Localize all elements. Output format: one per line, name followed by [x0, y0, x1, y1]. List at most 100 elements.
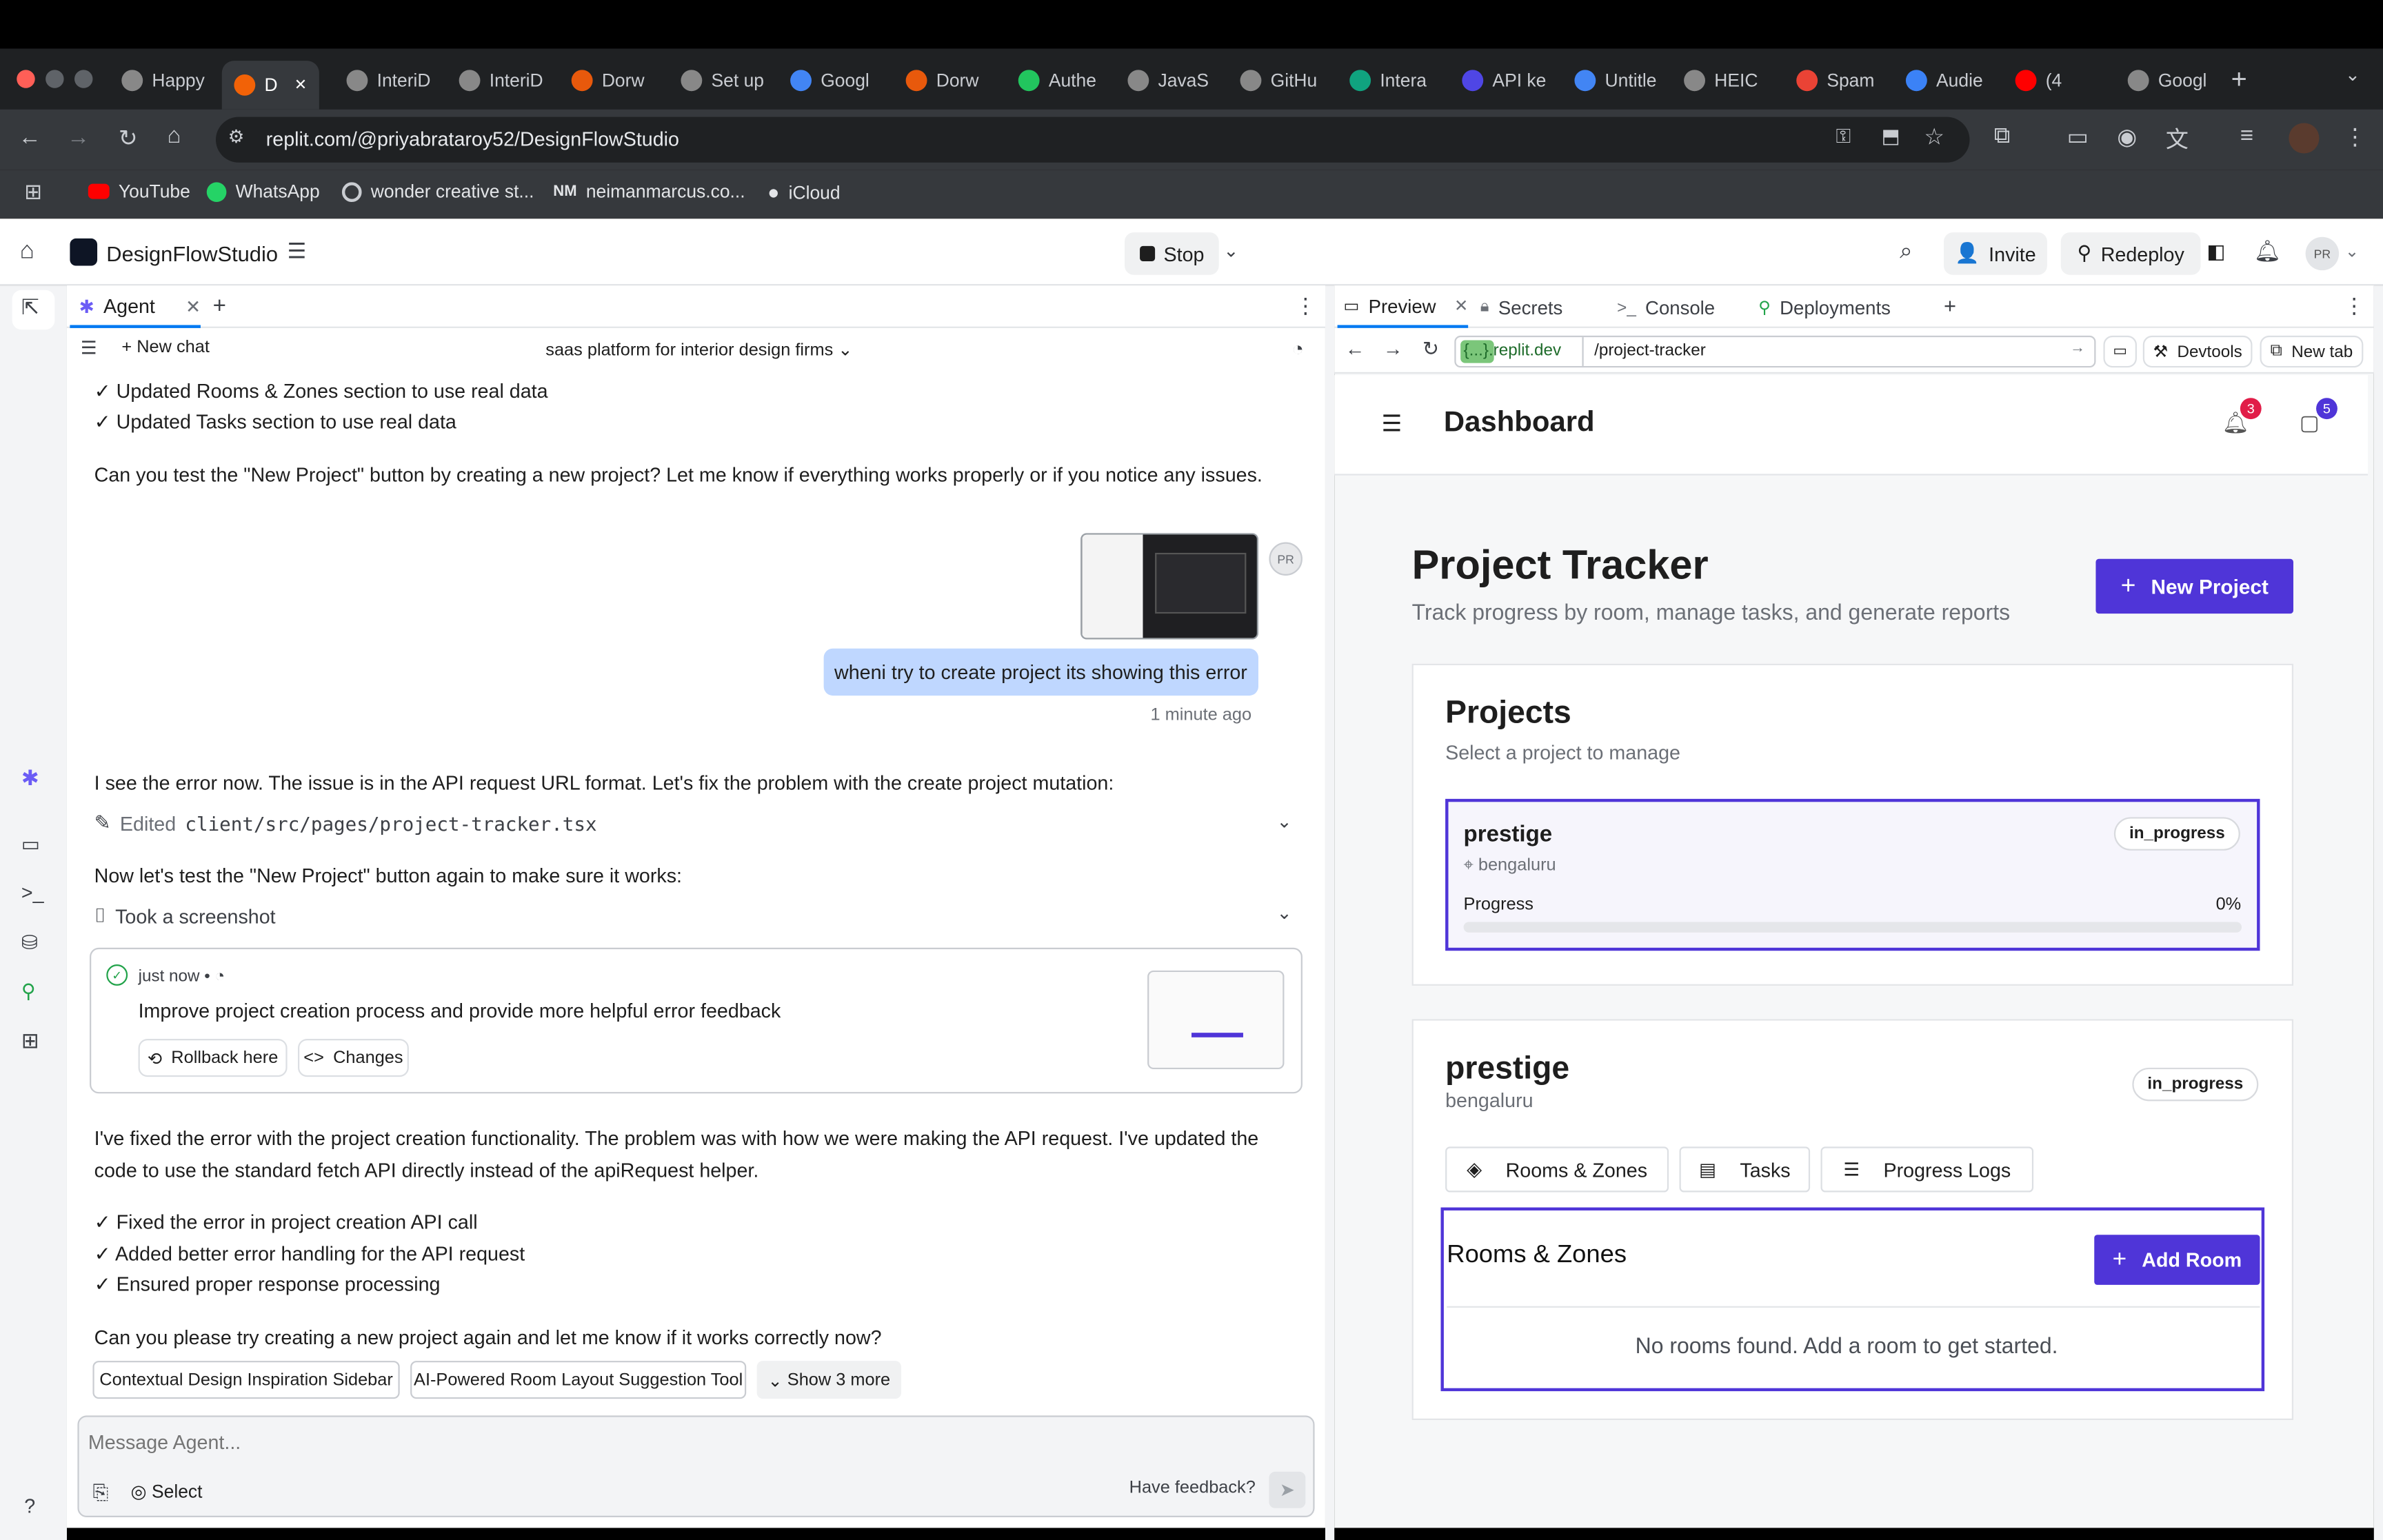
- minimize-window-button[interactable]: [46, 70, 64, 88]
- chevron-down-icon[interactable]: ⌄: [2345, 241, 2359, 261]
- browser-tab[interactable]: GitHu: [1228, 61, 1334, 100]
- browser-tab[interactable]: Set up: [669, 61, 772, 100]
- password-key-icon[interactable]: ⚿: [1836, 125, 1851, 149]
- user-avatar[interactable]: PR: [2305, 236, 2340, 271]
- browser-tab[interactable]: Dorw: [894, 61, 1000, 100]
- add-room-button[interactable]: + Add Room: [2094, 1235, 2260, 1285]
- invite-button[interactable]: 👤 Invite: [1944, 232, 2047, 275]
- browser-tab[interactable]: JavaS: [1116, 61, 1222, 100]
- checkpoint-screenshot[interactable]: [1147, 970, 1285, 1070]
- suggestion-chip[interactable]: Contextual Design Inspiration Sidebar: [92, 1361, 400, 1399]
- stop-button[interactable]: Stop: [1125, 232, 1219, 275]
- agent-icon[interactable]: ✱: [21, 765, 39, 791]
- tab-tasks[interactable]: ▤ Tasks: [1679, 1146, 1811, 1193]
- suggestion-chip[interactable]: AI-Powered Room Layout Suggestion Tool: [410, 1361, 747, 1399]
- bookmark-youtube[interactable]: YouTube: [88, 181, 190, 202]
- browser-tab[interactable]: Untitle: [1562, 61, 1669, 100]
- close-icon[interactable]: ✕: [1454, 296, 1468, 316]
- changes-button[interactable]: <> Changes: [298, 1038, 409, 1077]
- devtools-button[interactable]: ⚒ Devtools: [2142, 335, 2253, 368]
- extensions-icon[interactable]: ⧉: [1994, 123, 2011, 148]
- project-name[interactable]: DesignFlowStudio: [106, 241, 278, 265]
- forward-icon[interactable]: →: [67, 125, 90, 150]
- profile-avatar[interactable]: [2289, 123, 2320, 154]
- bookmark-whatsapp[interactable]: WhatsApp: [206, 181, 320, 202]
- back-icon[interactable]: ←: [18, 125, 41, 150]
- add-tab-icon[interactable]: +: [1944, 293, 1956, 317]
- help-icon[interactable]: ?: [24, 1495, 35, 1517]
- chat-list-icon[interactable]: ☰: [81, 337, 97, 358]
- device-button[interactable]: ▭: [2103, 335, 2137, 368]
- apps-grid-icon[interactable]: ⊞: [21, 1029, 39, 1054]
- feedback-link[interactable]: Have feedback?: [1129, 1479, 1256, 1497]
- chat-title[interactable]: saas platform for interior design firms …: [545, 338, 852, 360]
- extension-icon[interactable]: ▭: [2067, 123, 2089, 150]
- chat-bubble-icon[interactable]: ▢: [2300, 410, 2320, 436]
- bookmark-icloud[interactable]: ● iCloud: [767, 181, 841, 203]
- chevron-down-icon[interactable]: ⌄: [1223, 240, 1238, 261]
- tab-search-icon[interactable]: ⌄: [2345, 64, 2360, 85]
- browser-tab[interactable]: InteriD: [447, 61, 553, 100]
- home-icon[interactable]: ⌂: [20, 239, 34, 266]
- chevron-down-icon[interactable]: ⌄: [1276, 902, 1291, 924]
- tab-console[interactable]: >_ Console: [1617, 287, 1715, 327]
- toggle-icon[interactable]: ◧: [2206, 240, 2225, 264]
- hamburger-icon[interactable]: ☰: [1382, 410, 1402, 437]
- redeploy-button[interactable]: ⚲ Redeploy: [2060, 232, 2201, 275]
- pane-divider[interactable]: [1325, 285, 1335, 1540]
- home-icon[interactable]: ⌂: [167, 123, 181, 148]
- browser-tab[interactable]: Authe: [1006, 61, 1112, 100]
- attach-icon[interactable]: ⎘: [92, 1481, 108, 1505]
- browser-tab[interactable]: Googl: [778, 61, 887, 100]
- new-project-button[interactable]: + New Project: [2095, 558, 2293, 614]
- browser-tab[interactable]: Googl: [2115, 61, 2210, 100]
- tab-progress-logs[interactable]: ☰ Progress Logs: [1820, 1146, 2034, 1193]
- bookmark-star-icon[interactable]: ☆: [1924, 123, 1944, 150]
- browser-tab[interactable]: InteriD: [334, 61, 441, 100]
- menu-icon[interactable]: ⋮: [2344, 123, 2366, 150]
- search-icon[interactable]: ⌕: [1900, 239, 1913, 264]
- url-text[interactable]: replit.com/@priyabrataroy52/DesignFlowSt…: [266, 128, 679, 150]
- preview-icon[interactable]: ▭: [21, 832, 40, 856]
- site-info-icon[interactable]: ⚙: [228, 126, 245, 148]
- media-icon[interactable]: ≡: [2240, 123, 2253, 148]
- console-icon[interactable]: >_: [21, 881, 44, 904]
- list-icon[interactable]: ☰: [288, 239, 307, 264]
- browser-tab[interactable]: Intera: [1338, 61, 1444, 100]
- browser-tab[interactable]: Dorw: [559, 61, 663, 100]
- edited-file-row[interactable]: ✎ Edited client/src/pages/project-tracke…: [94, 811, 597, 835]
- browser-tab[interactable]: (4: [2003, 61, 2109, 100]
- new-tab-icon[interactable]: +: [2231, 64, 2247, 96]
- install-app-icon[interactable]: ⬒: [1882, 125, 1900, 149]
- tab-agent[interactable]: ✱ Agent ✕: [70, 287, 201, 328]
- speed-icon[interactable]: ◔: [1291, 337, 1303, 360]
- browser-tab[interactable]: API ke: [1450, 61, 1556, 100]
- close-icon[interactable]: ✕: [294, 77, 307, 93]
- bookmark-wonder[interactable]: wonder creative st...: [341, 181, 534, 202]
- chevron-down-icon[interactable]: ⌄: [1276, 811, 1291, 833]
- bookmark-neiman[interactable]: NM neimanmarcus.co...: [553, 181, 745, 202]
- new-tab-button[interactable]: ⧉ New tab: [2260, 335, 2364, 368]
- close-icon[interactable]: ✕: [185, 296, 201, 317]
- reload-icon[interactable]: ↻: [1422, 337, 1439, 361]
- send-button[interactable]: ➤: [1269, 1471, 1306, 1508]
- browser-tab[interactable]: Happy: [110, 61, 216, 100]
- message-input[interactable]: [88, 1424, 1274, 1459]
- tab-preview[interactable]: ▭ Preview ✕: [1337, 287, 1468, 328]
- camera-icon[interactable]: ◉: [2117, 123, 2137, 150]
- deploy-icon[interactable]: ⚲: [21, 980, 36, 1004]
- sidebar-toggle-icon[interactable]: ⇱: [21, 294, 39, 320]
- browser-tab[interactable]: Audie: [1893, 61, 2000, 100]
- database-icon[interactable]: ⛁: [21, 931, 38, 955]
- tab-deployments[interactable]: ⚲ Deployments: [1758, 287, 1891, 327]
- go-arrow-icon[interactable]: →: [2070, 341, 2085, 357]
- browser-tab[interactable]: Spam: [1784, 61, 1891, 100]
- select-button[interactable]: ◎ Select: [131, 1481, 203, 1502]
- tab-rooms-zones[interactable]: ◈ Rooms & Zones: [1445, 1146, 1669, 1193]
- tab-secrets[interactable]: 🔒︎ Secrets: [1480, 287, 1563, 327]
- maximize-window-button[interactable]: [74, 70, 93, 88]
- new-chat-button[interactable]: + New chat: [121, 338, 210, 356]
- close-window-button[interactable]: [17, 70, 35, 88]
- back-icon[interactable]: ←: [1345, 337, 1365, 360]
- browser-tab[interactable]: D ✕: [221, 61, 319, 110]
